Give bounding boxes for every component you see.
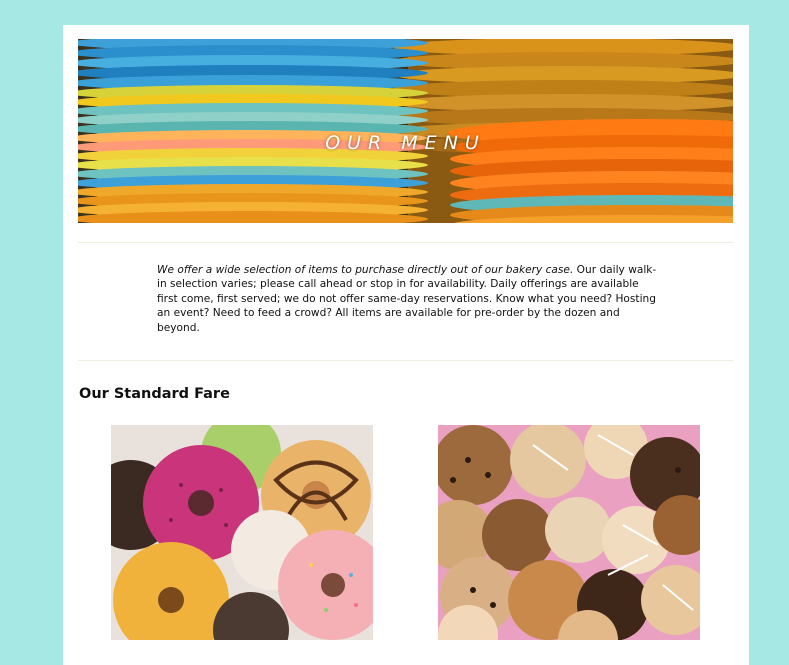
intro-lead: We offer a wide selection of items to pu… [157,264,574,276]
hero-title: OUR MENU [325,132,486,154]
section-title: Our Standard Fare [79,386,230,402]
donuts-image [111,425,373,640]
divider-bottom [78,360,733,361]
content-card: OUR MENU We offer a wide selection of it… [63,25,749,665]
hero-banner: OUR MENU [78,39,733,223]
stacked-plates-image [78,39,733,223]
intro-paragraph: We offer a wide selection of items to pu… [157,263,662,335]
divider-top [78,242,733,243]
cookies-image [438,425,700,640]
